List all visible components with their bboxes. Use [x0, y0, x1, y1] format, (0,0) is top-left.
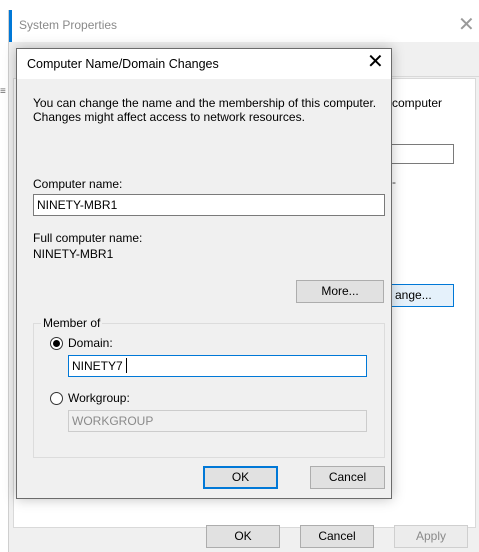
computer-name-label: Computer name:: [33, 177, 123, 191]
cancel-button[interactable]: Cancel: [310, 466, 385, 489]
change-button[interactable]: ange...: [384, 284, 454, 307]
outer-description-fragment: computer: [392, 96, 443, 110]
text-cursor: [126, 358, 127, 373]
dialog-titlebar: Computer Name/Domain Changes ✕: [17, 49, 391, 79]
domain-radio-label[interactable]: Domain:: [68, 336, 113, 350]
outer-cancel-button[interactable]: Cancel: [300, 525, 374, 548]
more-button[interactable]: More...: [296, 280, 384, 303]
outer-dash-text: -: [392, 175, 396, 189]
full-computer-name-label: Full computer name:: [33, 231, 143, 245]
menu-grip-icon: ≡: [0, 86, 6, 97]
ok-button[interactable]: OK: [203, 466, 278, 489]
apply-button[interactable]: Apply: [394, 525, 468, 548]
workgroup-radio[interactable]: [50, 392, 63, 405]
tab-strip-fragment: [391, 52, 479, 77]
member-of-label: Member of: [41, 316, 103, 330]
window-accent-strip: [9, 10, 12, 42]
outer-ok-button[interactable]: OK: [206, 525, 280, 548]
system-properties-titlebar: System Properties ✕: [9, 10, 479, 42]
domain-radio[interactable]: [50, 337, 63, 350]
workgroup-radio-label[interactable]: Workgroup:: [68, 391, 130, 405]
dialog-description: You can change the name and the membersh…: [33, 96, 377, 124]
computer-name-input[interactable]: [33, 194, 385, 216]
computer-name-domain-dialog: Computer Name/Domain Changes ✕ You can c…: [16, 48, 392, 499]
dialog-title: Computer Name/Domain Changes: [27, 57, 219, 71]
outer-description-field[interactable]: [390, 144, 454, 164]
close-icon[interactable]: ✕: [458, 15, 475, 35]
workgroup-input: [68, 410, 367, 432]
close-icon[interactable]: ✕: [367, 52, 384, 72]
system-properties-title: System Properties: [19, 18, 118, 32]
domain-input[interactable]: [68, 355, 367, 377]
full-computer-name-value: NINETY-MBR1: [33, 247, 114, 261]
